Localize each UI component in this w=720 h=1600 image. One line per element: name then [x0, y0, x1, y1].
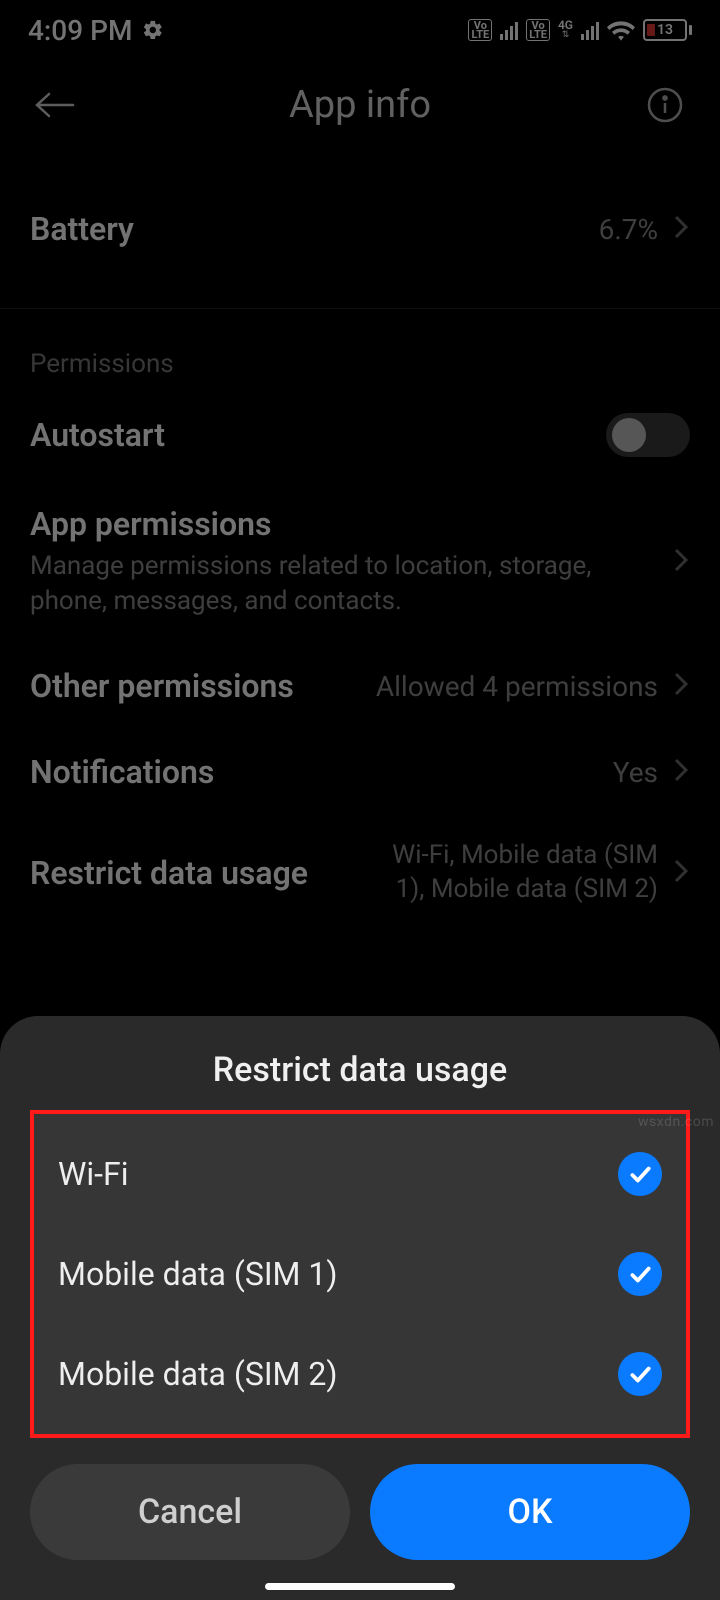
chevron-right-icon — [672, 213, 690, 245]
restrict-value: Wi-Fi, Mobile data (SIM 1), Mobile data … — [358, 839, 658, 907]
app-header: App info — [0, 60, 720, 150]
page-title: App info — [0, 83, 720, 127]
signal-bars-1 — [500, 20, 518, 40]
ok-button[interactable]: OK — [370, 1464, 690, 1560]
autostart-toggle[interactable] — [606, 413, 690, 457]
checkmark-icon[interactable] — [618, 1252, 662, 1296]
cancel-button[interactable]: Cancel — [30, 1464, 350, 1560]
gear-icon — [142, 19, 164, 41]
option-sim2[interactable]: Mobile data (SIM 2) — [52, 1324, 668, 1424]
chevron-right-icon — [672, 857, 690, 889]
option-sim1-label: Mobile data (SIM 1) — [58, 1255, 338, 1293]
network-4g-icon: 4G⇅ — [558, 20, 573, 40]
other-permissions-label: Other permissions — [30, 667, 294, 705]
row-battery[interactable]: Battery 6.7% — [30, 150, 690, 308]
status-right: VoLTE VoLTE 4G⇅ 13 — [468, 19, 692, 41]
checkmark-icon[interactable] — [618, 1152, 662, 1196]
app-permissions-sub: Manage permissions related to location, … — [30, 549, 672, 619]
chevron-right-icon — [672, 670, 690, 702]
row-notifications[interactable]: Notifications Yes — [30, 729, 690, 815]
info-button[interactable] — [640, 80, 690, 130]
row-restrict-data[interactable]: Restrict data usage Wi-Fi, Mobile data (… — [30, 815, 690, 931]
battery-pct-text: 13 — [645, 22, 685, 38]
chevron-right-icon — [672, 546, 690, 578]
notifications-value: Yes — [613, 756, 658, 789]
restrict-label: Restrict data usage — [30, 854, 308, 892]
back-button[interactable] — [30, 80, 80, 130]
autostart-label: Autostart — [30, 416, 165, 454]
row-other-permissions[interactable]: Other permissions Allowed 4 permissions — [30, 643, 690, 729]
battery-value: 6.7% — [599, 213, 658, 246]
notifications-label: Notifications — [30, 753, 214, 791]
row-app-permissions[interactable]: App permissions Manage permissions relat… — [30, 481, 690, 643]
dialog-options-highlight: Wi-Fi Mobile data (SIM 1) Mobile data (S… — [30, 1110, 690, 1438]
option-wifi[interactable]: Wi-Fi — [52, 1124, 668, 1224]
restrict-data-dialog: Restrict data usage Wi-Fi Mobile data (S… — [0, 1016, 720, 1600]
dialog-buttons: Cancel OK — [30, 1464, 690, 1560]
option-wifi-label: Wi-Fi — [58, 1155, 128, 1193]
app-permissions-label: App permissions — [30, 505, 672, 543]
wifi-icon — [607, 19, 635, 41]
status-bar: 4:09 PM VoLTE VoLTE 4G⇅ 13 — [0, 0, 720, 60]
option-sim2-label: Mobile data (SIM 2) — [58, 1355, 338, 1393]
volte-badge-1: VoLTE — [468, 19, 492, 41]
dialog-title: Restrict data usage — [30, 1050, 690, 1090]
row-autostart[interactable]: Autostart — [30, 389, 690, 481]
watermark: wsxdn.com — [638, 1114, 714, 1130]
status-time: 4:09 PM — [28, 14, 132, 47]
option-sim1[interactable]: Mobile data (SIM 1) — [52, 1224, 668, 1324]
battery-icon: 13 — [643, 19, 692, 41]
other-permissions-value: Allowed 4 permissions — [376, 670, 658, 703]
chevron-right-icon — [672, 756, 690, 788]
volte-badge-2: VoLTE — [526, 19, 550, 41]
battery-label: Battery — [30, 210, 134, 248]
settings-content: Battery 6.7% Permissions Autostart App p… — [0, 150, 720, 931]
status-left: 4:09 PM — [28, 14, 164, 47]
divider — [0, 308, 720, 309]
checkmark-icon[interactable] — [618, 1352, 662, 1396]
section-permissions: Permissions — [30, 329, 690, 389]
signal-bars-2 — [581, 20, 599, 40]
home-indicator[interactable] — [265, 1583, 455, 1590]
